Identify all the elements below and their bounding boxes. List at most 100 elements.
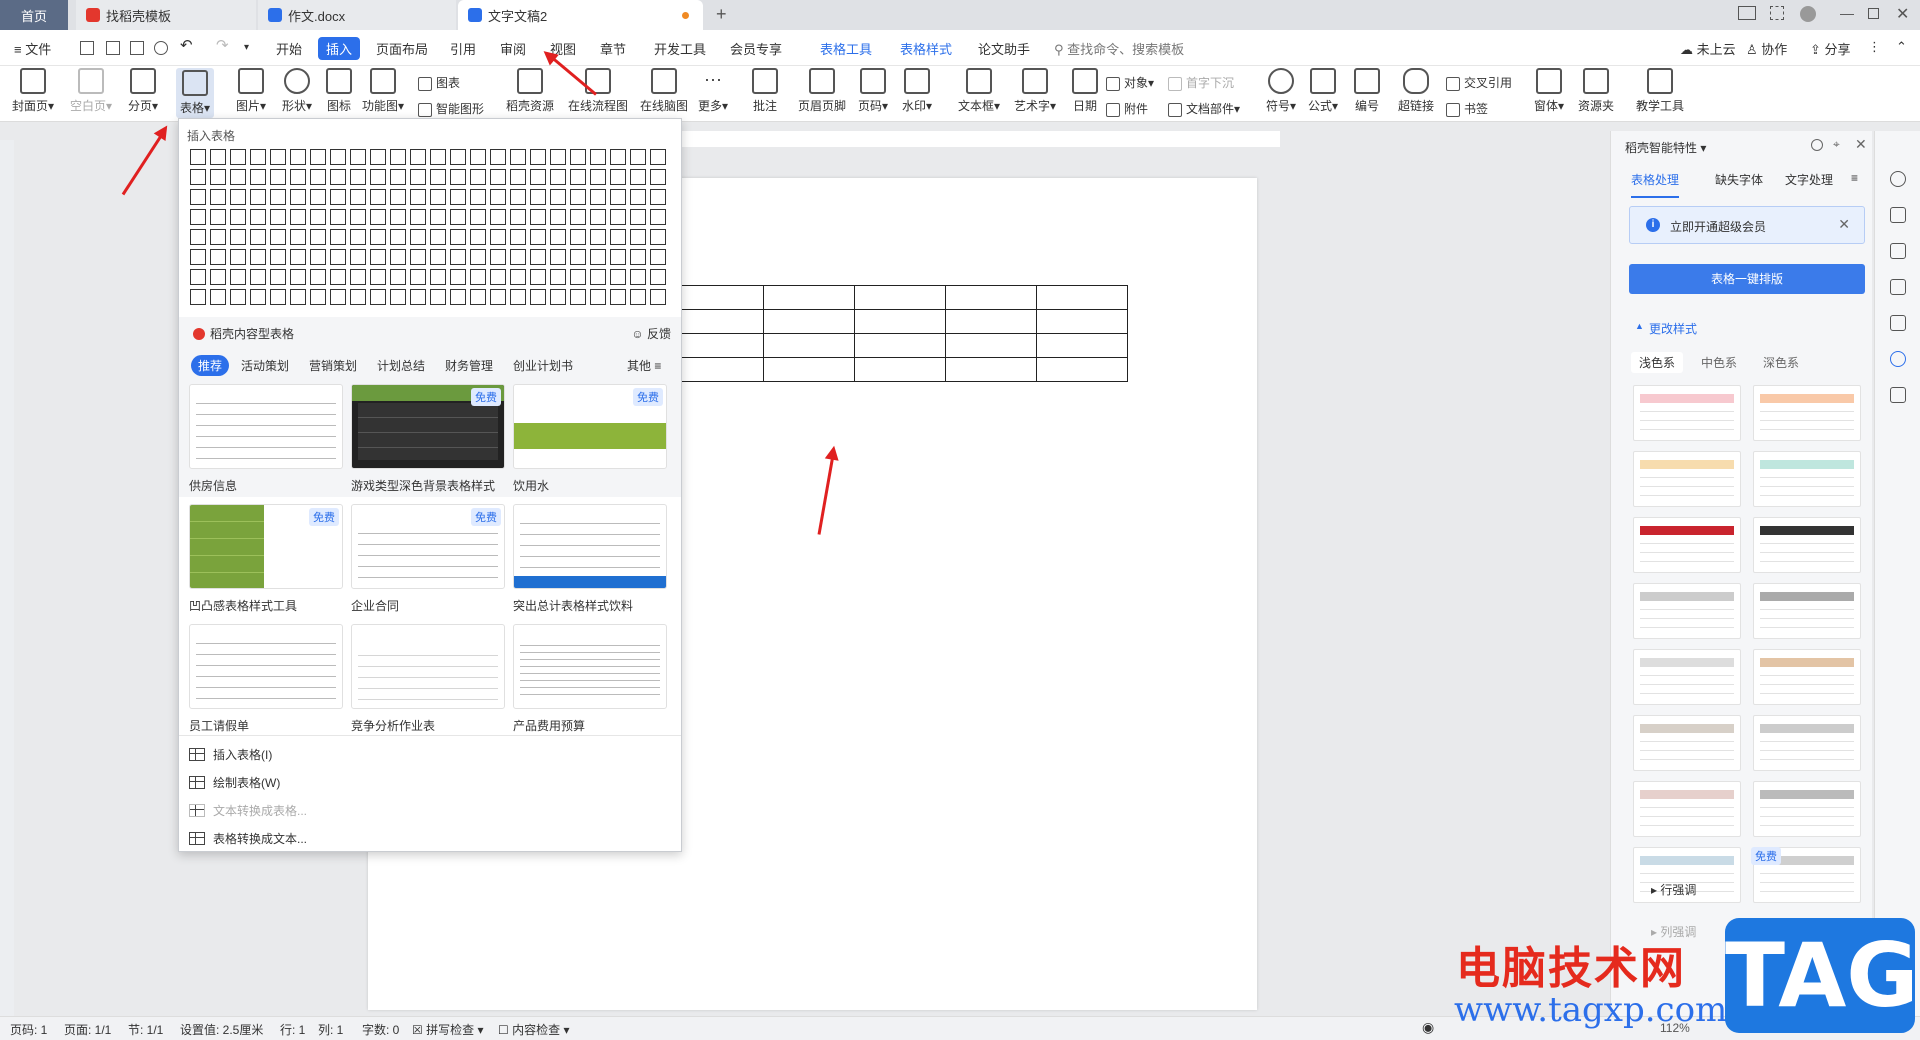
tab-essay-doc[interactable]: 作文.docx bbox=[258, 0, 456, 30]
grid-cell[interactable] bbox=[610, 189, 626, 205]
draw-table-item[interactable]: 绘制表格(W) bbox=[189, 774, 280, 791]
grid-cell[interactable] bbox=[490, 189, 506, 205]
grid-cell[interactable] bbox=[290, 169, 306, 185]
grid-cell[interactable] bbox=[650, 169, 666, 185]
more-button[interactable]: ··· 更多▾ bbox=[698, 68, 728, 114]
grid-cell[interactable] bbox=[530, 229, 546, 245]
grid-cell[interactable] bbox=[590, 169, 606, 185]
grid-cell[interactable] bbox=[330, 149, 346, 165]
grid-cell[interactable] bbox=[550, 149, 566, 165]
grid-cell[interactable] bbox=[550, 249, 566, 265]
cover-page-button[interactable]: 封面页▾ bbox=[12, 68, 54, 114]
menu-start[interactable]: 开始 bbox=[276, 39, 302, 58]
grid-cell[interactable] bbox=[350, 229, 366, 245]
chart-button[interactable]: 图表 bbox=[418, 74, 460, 91]
grid-cell[interactable] bbox=[190, 249, 206, 265]
vertical-ruler[interactable] bbox=[0, 140, 14, 1020]
grid-cell[interactable] bbox=[290, 209, 306, 225]
grid-cell[interactable] bbox=[390, 269, 406, 285]
grid-cell[interactable] bbox=[430, 209, 446, 225]
grid-cell[interactable] bbox=[270, 249, 286, 265]
status-page[interactable]: 页码: 1 bbox=[10, 1021, 47, 1038]
grid-cell[interactable] bbox=[230, 269, 246, 285]
grid-cell[interactable] bbox=[530, 249, 546, 265]
more-icon[interactable]: ⋮ bbox=[1868, 39, 1881, 55]
grid-cell[interactable] bbox=[330, 269, 346, 285]
grid-cell[interactable] bbox=[250, 149, 266, 165]
grid-cell[interactable] bbox=[350, 269, 366, 285]
header-footer-button[interactable]: 页眉页脚 bbox=[798, 68, 846, 114]
grid-cell[interactable] bbox=[550, 269, 566, 285]
grid-cell[interactable] bbox=[250, 249, 266, 265]
quick-access-chevron-icon[interactable]: ▾ bbox=[244, 42, 249, 53]
status-words[interactable]: 字数: 0 bbox=[362, 1021, 399, 1038]
grid-cell[interactable] bbox=[610, 169, 626, 185]
grid-cell[interactable] bbox=[410, 149, 426, 165]
grid-cell[interactable] bbox=[190, 289, 206, 305]
grid-cell[interactable] bbox=[470, 249, 486, 265]
grid-cell[interactable] bbox=[350, 149, 366, 165]
shape-button[interactable]: 形状▾ bbox=[282, 68, 312, 114]
status-pages[interactable]: 页面: 1/1 bbox=[64, 1021, 111, 1038]
document-table[interactable] bbox=[678, 285, 1128, 382]
horizontal-ruler[interactable] bbox=[680, 131, 1280, 147]
avatar[interactable] bbox=[1800, 6, 1816, 22]
template-card[interactable] bbox=[513, 624, 667, 709]
grid-cell[interactable] bbox=[450, 269, 466, 285]
grid-cell[interactable] bbox=[490, 289, 506, 305]
save-icon[interactable] bbox=[80, 41, 94, 55]
menu-table-tools[interactable]: 表格工具 bbox=[820, 39, 872, 58]
export-icon[interactable] bbox=[106, 41, 120, 55]
blank-page-button[interactable]: 空白页▾ bbox=[70, 68, 112, 114]
style-tab-dark[interactable]: 深色系 bbox=[1763, 354, 1799, 371]
status-section[interactable]: 节: 1/1 bbox=[128, 1021, 163, 1038]
book-icon[interactable] bbox=[1890, 387, 1906, 403]
grid-cell[interactable] bbox=[370, 149, 386, 165]
function-chart-button[interactable]: 功能图▾ bbox=[362, 68, 404, 114]
style-swatch[interactable] bbox=[1753, 715, 1861, 771]
undo-icon[interactable]: ↶ bbox=[180, 36, 193, 54]
grid-cell[interactable] bbox=[470, 189, 486, 205]
grid-cell[interactable] bbox=[510, 169, 526, 185]
minimize-button[interactable]: — bbox=[1840, 5, 1854, 21]
grid-cell[interactable] bbox=[210, 269, 226, 285]
grid-cell[interactable] bbox=[450, 169, 466, 185]
grid-cell[interactable] bbox=[510, 189, 526, 205]
content-check-button[interactable]: ☐ 内容检查 ▾ bbox=[498, 1021, 569, 1038]
resource-folder-button[interactable]: 资源夹 bbox=[1578, 68, 1614, 114]
grid-cell[interactable] bbox=[650, 209, 666, 225]
doc-parts-button[interactable]: 文档部件▾ bbox=[1168, 100, 1240, 117]
form-button[interactable]: 窗体▾ bbox=[1534, 68, 1564, 114]
grid-cell[interactable] bbox=[390, 249, 406, 265]
style-swatch[interactable] bbox=[1633, 715, 1741, 771]
grid-cell[interactable] bbox=[610, 269, 626, 285]
grid-cell[interactable] bbox=[250, 289, 266, 305]
grid-cell[interactable] bbox=[650, 149, 666, 165]
grid-cell[interactable] bbox=[270, 169, 286, 185]
cloud-status[interactable]: ☁ 未上云 bbox=[1680, 39, 1736, 58]
grid-cell[interactable] bbox=[290, 229, 306, 245]
grid-cell[interactable] bbox=[290, 289, 306, 305]
grid-cell[interactable] bbox=[590, 229, 606, 245]
grid-cell[interactable] bbox=[370, 169, 386, 185]
grid-cell[interactable] bbox=[550, 169, 566, 185]
grid-cell[interactable] bbox=[270, 209, 286, 225]
grid-cell[interactable] bbox=[410, 229, 426, 245]
grid-cell[interactable] bbox=[510, 229, 526, 245]
file-menu[interactable]: ≡ 文件 bbox=[14, 39, 51, 58]
grid-cell[interactable] bbox=[310, 149, 326, 165]
grid-cell[interactable] bbox=[450, 149, 466, 165]
grid-cell[interactable] bbox=[410, 249, 426, 265]
grid-cell[interactable] bbox=[570, 289, 586, 305]
template-card[interactable] bbox=[189, 384, 343, 469]
grid-cell[interactable] bbox=[310, 269, 326, 285]
style-swatch[interactable] bbox=[1633, 385, 1741, 441]
grid-cell[interactable] bbox=[410, 269, 426, 285]
style-swatch[interactable] bbox=[1753, 583, 1861, 639]
grid-cell[interactable] bbox=[470, 209, 486, 225]
tab-missing-fonts[interactable]: 缺失字体 bbox=[1715, 171, 1763, 188]
grid-cell[interactable] bbox=[490, 269, 506, 285]
menu-references[interactable]: 引用 bbox=[450, 39, 476, 58]
menu-dev-tools[interactable]: 开发工具 bbox=[654, 39, 706, 58]
mindmap-button[interactable]: 在线脑图 bbox=[640, 68, 688, 114]
